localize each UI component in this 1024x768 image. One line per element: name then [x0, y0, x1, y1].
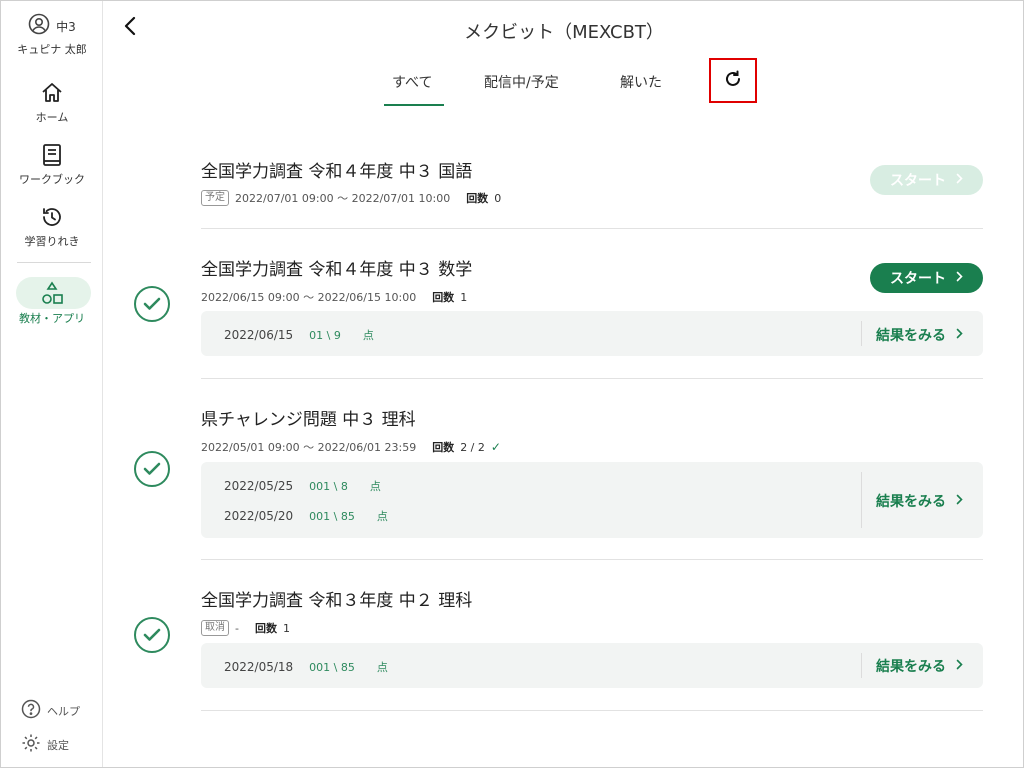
item-divider: [201, 559, 983, 560]
test-meta: 2022/05/01 09:00 ～ 2022/06/01 23:59 回数 2…: [201, 439, 501, 455]
view-results-label: 結果をみる: [876, 328, 946, 344]
user-name: キュピナ 太郎: [17, 43, 87, 56]
tab-in-progress[interactable]: 配信中/予定: [484, 72, 559, 92]
result-date: 2022/05/25: [224, 479, 294, 493]
chevron-right-icon: [956, 493, 963, 509]
sidebar-item-home[interactable]: ホーム: [1, 79, 103, 125]
count-value: 2 / 2: [460, 440, 485, 454]
status-badge: 予定: [201, 190, 229, 206]
item-divider: [201, 228, 983, 229]
refresh-button[interactable]: [709, 58, 757, 103]
test-meta: 予定 2022/07/01 09:00 ～ 2022/07/01 10:00 回…: [201, 190, 501, 206]
result-row: 2022/05/18 001 \ 85 点: [224, 659, 388, 675]
chevron-right-icon: [956, 270, 963, 286]
help-icon: [21, 699, 41, 722]
result-row: 2022/05/25 001 \ 8 点: [224, 478, 381, 494]
start-button[interactable]: スタート: [870, 263, 983, 293]
point-label: 点: [369, 480, 381, 493]
view-results-button[interactable]: 結果をみる: [876, 325, 963, 345]
result-panel: 2022/05/25 001 \ 8 点 2022/05/20 001 \ 85…: [201, 462, 983, 538]
point-label: 点: [362, 329, 374, 342]
check-icon: ✓: [490, 440, 501, 454]
history-icon: [1, 203, 103, 231]
shapes-icon: [1, 280, 103, 308]
help-label: ヘルプ: [47, 704, 80, 718]
test-period: 2022/05/01 09:00 ～ 2022/06/01 23:59: [201, 441, 417, 454]
result-score: 01 \ 9: [309, 328, 341, 342]
sidebar-item-label: 教材・アプリ: [19, 312, 85, 325]
result-panel: 2022/06/15 01 \ 9 点 結果をみる: [201, 311, 983, 356]
sidebar-item-workbook[interactable]: ワークブック: [1, 141, 103, 187]
count-value: 1: [282, 621, 290, 635]
sidebar-divider: [17, 262, 91, 263]
result-score: 001 \ 85: [309, 509, 355, 523]
test-title: 全国学力調査 令和４年度 中３ 数学: [201, 260, 473, 280]
count-label: 回数: [466, 192, 489, 205]
point-label: 点: [376, 661, 388, 674]
result-date: 2022/05/20: [224, 509, 294, 523]
sidebar-item-label: ワークブック: [19, 173, 85, 186]
start-button-label: スタート: [890, 271, 946, 287]
user-profile[interactable]: 中3 キュピナ 太郎: [1, 13, 103, 57]
sidebar-item-label: 学習りれき: [24, 235, 80, 248]
item-divider: [201, 710, 983, 711]
count-value: 1: [460, 290, 468, 304]
result-divider: [861, 321, 862, 346]
completed-check-icon: [134, 286, 170, 322]
sidebar-item-label: ホーム: [35, 111, 69, 124]
user-avatar-icon: [28, 13, 50, 39]
sidebar-item-materials[interactable]: 教材・アプリ: [1, 280, 103, 326]
test-meta: 2022/06/15 09:00 ～ 2022/06/15 10:00 回数 1: [201, 289, 467, 305]
start-button[interactable]: スタート: [870, 165, 983, 195]
view-results-label: 結果をみる: [876, 659, 946, 675]
tab-all[interactable]: すべて: [392, 72, 432, 92]
completed-check-icon: [134, 617, 170, 653]
result-score: 001 \ 8: [309, 479, 348, 493]
result-score: 001 \ 85: [309, 660, 355, 674]
home-icon: [1, 79, 103, 107]
result-divider: [861, 653, 862, 678]
settings-link[interactable]: 設定: [21, 733, 69, 756]
view-results-label: 結果をみる: [876, 494, 946, 510]
test-meta: 取消 - 回数 1: [201, 620, 290, 636]
help-link[interactable]: ヘルプ: [21, 699, 80, 722]
tab-solved[interactable]: 解いた: [620, 72, 662, 92]
test-period: -: [235, 621, 239, 635]
completed-check-icon: [134, 451, 170, 487]
status-badge: 取消: [201, 620, 229, 636]
chevron-right-icon: [956, 327, 963, 343]
start-button-label: スタート: [890, 173, 946, 189]
chevron-right-icon: [956, 172, 963, 188]
active-tab-indicator: [384, 104, 444, 106]
result-panel: 2022/05/18 001 \ 85 点 結果をみる: [201, 643, 983, 688]
refresh-icon: [723, 69, 743, 93]
view-results-button[interactable]: 結果をみる: [876, 491, 963, 511]
result-row: 2022/06/15 01 \ 9 点: [224, 327, 374, 343]
item-divider: [201, 378, 983, 379]
result-divider: [861, 472, 862, 528]
point-label: 点: [376, 510, 388, 523]
page-title: メクビット（MEXCBT）: [464, 22, 664, 43]
test-title: 県チャレンジ問題 中３ 理科: [201, 410, 416, 430]
book-icon: [1, 141, 103, 169]
gear-icon: [21, 733, 41, 756]
user-grade: 中3: [56, 19, 76, 34]
view-results-button[interactable]: 結果をみる: [876, 656, 963, 676]
count-label: 回数: [432, 441, 455, 454]
result-date: 2022/06/15: [224, 328, 294, 342]
sidebar: 中3 キュピナ 太郎 ホーム ワークブック 学習りれき 教材・アプリ ヘルプ 設…: [1, 1, 103, 767]
count-value: 0: [494, 191, 502, 205]
chevron-right-icon: [956, 658, 963, 674]
test-period: 2022/06/15 09:00 ～ 2022/06/15 10:00: [201, 291, 417, 304]
test-period: 2022/07/01 09:00 ～ 2022/07/01 10:00: [235, 192, 451, 205]
test-title: 全国学力調査 令和４年度 中３ 国語: [201, 162, 473, 182]
test-title: 全国学力調査 令和３年度 中２ 理科: [201, 591, 473, 611]
result-date: 2022/05/18: [224, 660, 294, 674]
result-row: 2022/05/20 001 \ 85 点: [224, 508, 388, 524]
count-label: 回数: [432, 291, 455, 304]
sidebar-item-history[interactable]: 学習りれき: [1, 203, 103, 249]
count-label: 回数: [254, 622, 277, 635]
settings-label: 設定: [47, 738, 69, 752]
